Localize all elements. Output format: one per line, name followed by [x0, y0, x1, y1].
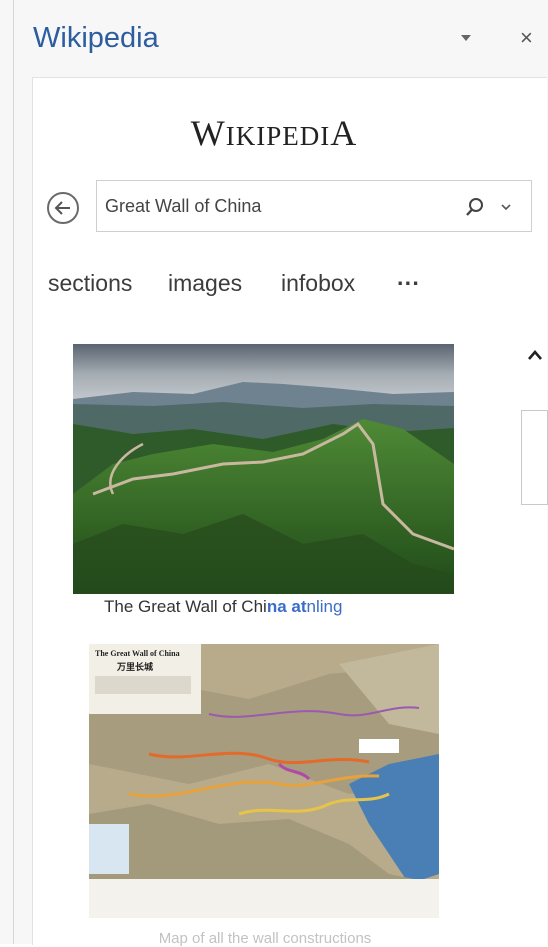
- map-title: The Great Wall of China: [95, 649, 180, 658]
- wordmark-last-letter: A: [330, 113, 358, 153]
- back-arrow-icon: [54, 201, 70, 215]
- scrollbar-thumb[interactable]: [521, 410, 548, 505]
- map-subtitle: 万里长城: [116, 661, 153, 673]
- photo-caption: The Great Wall of China atnling: [104, 597, 342, 617]
- great-wall-photo[interactable]: [73, 344, 454, 594]
- chevron-down-icon[interactable]: [499, 200, 513, 214]
- caption-text: The Great Wall of Chi: [104, 597, 267, 616]
- more-tabs-button[interactable]: ···: [397, 270, 420, 297]
- wikipedia-wordmark: WIKIPEDIA: [0, 112, 548, 154]
- search-input[interactable]: Great Wall of China: [105, 196, 261, 217]
- search-field[interactable]: Great Wall of China: [96, 180, 532, 232]
- search-icon[interactable]: [463, 195, 487, 219]
- wikipedia-task-pane: Wikipedia × WIKIPEDIA Great Wall of Chin…: [0, 0, 548, 947]
- pane-title: Wikipedia: [33, 22, 159, 54]
- back-button[interactable]: [47, 192, 79, 224]
- tab-infobox[interactable]: infobox: [281, 270, 355, 297]
- wordmark-first-letter: W: [190, 113, 226, 153]
- map-caption: Map of all the wall constructions: [158, 930, 372, 947]
- close-icon[interactable]: ×: [520, 27, 533, 49]
- wordmark-middle: IKIPEDI: [225, 121, 331, 151]
- scroll-up-chevron-icon[interactable]: [526, 348, 544, 362]
- tab-images[interactable]: images: [168, 270, 242, 297]
- caption-overlap-text: na at: [266, 597, 307, 616]
- tab-sections[interactable]: sections: [48, 270, 132, 297]
- caption-link[interactable]: nling: [307, 597, 343, 616]
- great-wall-map[interactable]: The Great Wall of China 万里长城: [89, 644, 439, 918]
- dropdown-triangle-icon[interactable]: [458, 30, 474, 46]
